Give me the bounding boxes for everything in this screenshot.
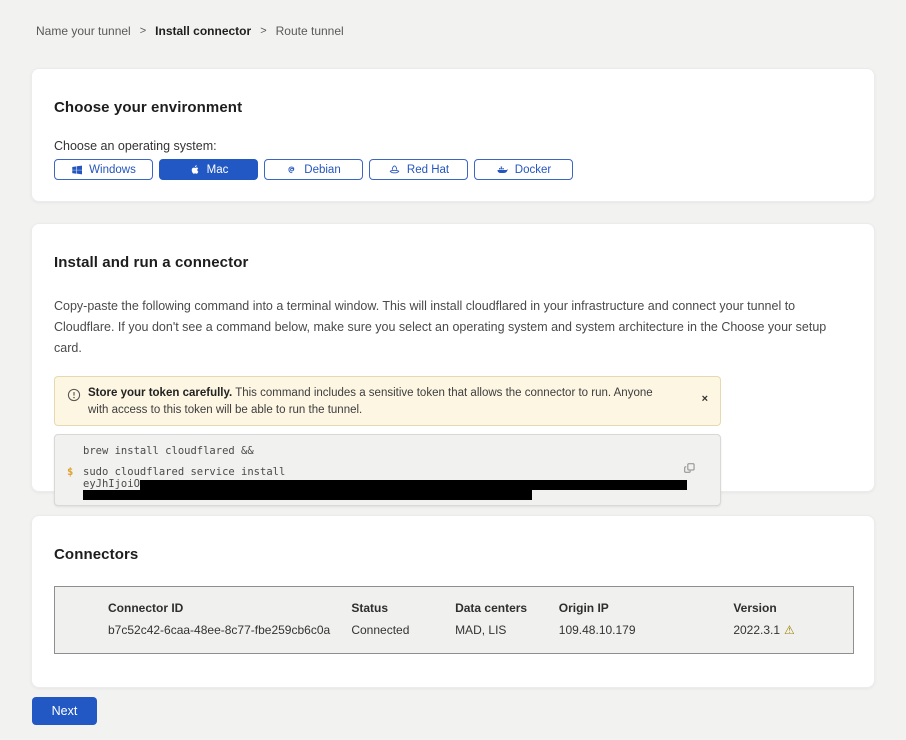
version-column: Version 2022.3.1 ⚠ (733, 601, 853, 653)
os-button-label: Mac (207, 164, 229, 176)
debian-icon (286, 164, 298, 176)
os-button-label: Red Hat (407, 164, 449, 176)
install-command-code-block: brew install cloudflared && $ sudo cloud… (54, 434, 721, 506)
redacted-token-bar (140, 480, 687, 490)
token-warning-text: Store your token carefully. This command… (88, 385, 710, 418)
code-line-token: eyJhIjoiO (83, 479, 720, 490)
connectors-card: Connectors Connector ID b7c52c42-6caa-48… (31, 515, 875, 688)
column-header-connector-id: Connector ID (108, 601, 351, 615)
status-column: Status Connected (351, 601, 455, 653)
connector-id-column: Connector ID b7c52c42-6caa-48ee-8c77-fbe… (108, 601, 351, 653)
os-button-label: Docker (515, 164, 551, 176)
install-connector-title: Install and run a connector (54, 254, 852, 271)
docker-icon (496, 164, 509, 176)
copy-icon[interactable] (682, 461, 696, 478)
origin-ip-column: Origin IP 109.48.10.179 (559, 601, 734, 653)
code-line-service-install: sudo cloudflared service install (83, 467, 720, 478)
breadcrumb-name-your-tunnel[interactable]: Name your tunnel (36, 24, 131, 38)
choose-environment-card: Choose your environment Choose an operat… (31, 68, 875, 202)
connectors-table: Connector ID b7c52c42-6caa-48ee-8c77-fbe… (54, 586, 854, 654)
windows-icon (71, 164, 83, 176)
column-header-origin-ip: Origin IP (559, 601, 734, 615)
os-button-docker[interactable]: Docker (474, 159, 573, 180)
os-button-debian[interactable]: Debian (264, 159, 363, 180)
breadcrumb-route-tunnel[interactable]: Route tunnel (276, 24, 344, 38)
breadcrumb: Name your tunnel > Install connector > R… (0, 0, 906, 38)
connectors-title: Connectors (54, 546, 852, 563)
shell-prompt: $ (67, 467, 73, 478)
redhat-icon (388, 163, 401, 176)
token-prefix: eyJhIjoiO (83, 479, 140, 490)
column-header-data-centers: Data centers (455, 601, 559, 615)
breadcrumb-separator: > (140, 25, 146, 37)
token-warning-bold: Store your token carefully. (88, 387, 232, 399)
code-line-brew-install: brew install cloudflared && (83, 446, 720, 457)
column-header-version: Version (733, 601, 853, 615)
os-button-label: Debian (304, 164, 340, 176)
token-warning-banner: Store your token carefully. This command… (54, 376, 721, 426)
breadcrumb-install-connector[interactable]: Install connector (155, 24, 251, 38)
version-value: 2022.3.1 ⚠ (733, 623, 853, 637)
breadcrumb-separator: > (260, 25, 266, 37)
install-connector-card: Install and run a connector Copy-paste t… (31, 223, 875, 492)
os-button-redhat[interactable]: Red Hat (369, 159, 468, 180)
origin-ip-value: 109.48.10.179 (559, 623, 734, 637)
apple-icon (189, 163, 201, 176)
close-icon[interactable]: × (702, 394, 708, 405)
version-number: 2022.3.1 (733, 623, 780, 637)
os-button-windows[interactable]: Windows (54, 159, 153, 180)
os-select-label: Choose an operating system: (54, 139, 852, 153)
os-button-group: Windows Mac Debian Red Hat Docker (54, 159, 852, 180)
redacted-token-bar (83, 490, 532, 500)
connector-id-value: b7c52c42-6caa-48ee-8c77-fbe259cb6c0a (108, 623, 351, 637)
alert-circle-icon (67, 388, 81, 407)
version-warning-icon: ⚠ (784, 623, 795, 637)
os-button-label: Windows (89, 164, 136, 176)
install-connector-description: Copy-paste the following command into a … (54, 296, 852, 359)
next-button[interactable]: Next (32, 697, 97, 725)
data-centers-column: Data centers MAD, LIS (455, 601, 559, 653)
os-button-mac[interactable]: Mac (159, 159, 258, 180)
column-header-status: Status (351, 601, 455, 615)
data-centers-value: MAD, LIS (455, 623, 559, 637)
choose-environment-title: Choose your environment (54, 99, 852, 116)
status-badge: Connected (351, 623, 455, 637)
